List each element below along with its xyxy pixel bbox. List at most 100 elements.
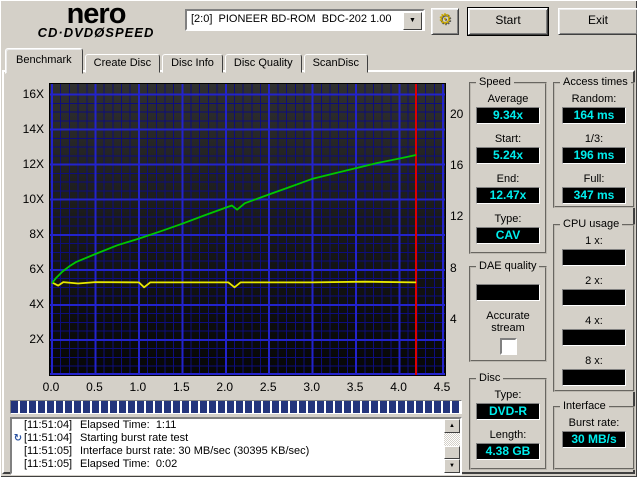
log-timestamp: [11:51:04] xyxy=(24,432,80,445)
log-message: Interface burst rate: 30 MB/sec (30395 K… xyxy=(80,445,309,457)
x-axis-tick-label: 4.5 xyxy=(422,380,462,394)
log-row[interactable]: [11:51:04]Elapsed Time: 1:11 xyxy=(12,419,460,432)
dae-quality-display xyxy=(476,284,540,301)
disc-panel-title: Disc xyxy=(476,372,503,384)
nero-logo: nero CD·DVDØSPEED xyxy=(6,1,186,43)
x-axis-tick-label: 1.0 xyxy=(118,380,158,394)
exit-button[interactable]: Exit xyxy=(558,8,637,35)
cpu-usage-field-label: 4 x: xyxy=(555,315,633,327)
cpu-usage-panel-title: CPU usage xyxy=(560,218,622,230)
x-axis-tick-label: 0.0 xyxy=(31,380,71,394)
start-button[interactable]: Start xyxy=(468,8,548,35)
access-times-field-label: 1/3: xyxy=(555,133,633,145)
drive-select-value: [2:0] PIONEER BD-ROM BDC-202 1.00 xyxy=(191,13,392,25)
interface-field-label: Burst rate: xyxy=(555,417,633,429)
product-text: CD·DVDØSPEED xyxy=(6,25,186,40)
speed-field-label: Start: xyxy=(471,133,545,145)
cpu-usage-value-display xyxy=(562,289,626,306)
x-axis-tick-label: 3.0 xyxy=(292,380,332,394)
disc-panel: Disc Type:DVD-RLength:4.38 GB xyxy=(469,378,547,470)
x-axis-tick-label: 4.0 xyxy=(379,380,419,394)
cpu-usage-field-label: 1 x: xyxy=(555,235,633,247)
interface-panel: Interface Burst rate:30 MB/s xyxy=(553,406,635,470)
access-times-value-display: 196 ms xyxy=(562,147,626,164)
settings-icon: ⚙ xyxy=(438,11,451,28)
x-axis-tick-label: 3.5 xyxy=(335,380,375,394)
cpu-usage-panel: CPU usage 1 x:2 x:4 x:8 x: xyxy=(553,224,635,392)
drive-select[interactable]: [2:0] PIONEER BD-ROM BDC-202 1.00 ▼ xyxy=(185,9,425,31)
cpu-usage-value-display xyxy=(562,369,626,386)
x-axis-tick-label: 0.5 xyxy=(74,380,114,394)
speed-field-label: Average xyxy=(471,93,545,105)
chevron-down-icon[interactable]: ▼ xyxy=(403,12,422,30)
log-listbox: [11:51:04]Elapsed Time: 1:11↻[11:51:04]S… xyxy=(10,417,462,475)
log-timestamp: [11:51:05] xyxy=(24,458,80,471)
log-message: Starting burst rate test xyxy=(80,432,188,444)
speed-value-display: 5.24x xyxy=(476,147,540,164)
disc-field-label: Type: xyxy=(471,389,545,401)
speed-field-label: Type: xyxy=(471,213,545,225)
access-times-panel: Access times Random:164 ms1/3:196 msFull… xyxy=(553,82,635,208)
speed-panel-title: Speed xyxy=(476,76,514,88)
scroll-up-icon[interactable]: ▲ xyxy=(444,419,460,433)
x-axis-tick-label: 1.5 xyxy=(161,380,201,394)
tab-create-disc[interactable]: Create Disc xyxy=(85,54,160,73)
cpu-usage-field-label: 8 x: xyxy=(555,355,633,367)
x-axis-tick-label: 2.5 xyxy=(248,380,288,394)
y-axis-tick-label: 16X xyxy=(8,87,44,101)
speed-panel: Speed Average9.34xStart:5.24xEnd:12.47xT… xyxy=(469,82,547,254)
tab-bar: BenchmarkCreate DiscDisc InfoDisc Qualit… xyxy=(5,47,370,72)
tab-disc-quality[interactable]: Disc Quality xyxy=(225,54,302,73)
accurate-stream-checkbox[interactable] xyxy=(500,338,517,355)
cpu-usage-field-label: 2 x: xyxy=(555,275,633,287)
cpu-usage-value-display xyxy=(562,249,626,266)
progress-bar xyxy=(10,400,462,414)
speed-chart xyxy=(50,84,445,375)
log-row[interactable]: [11:51:05]Interface burst rate: 30 MB/se… xyxy=(12,445,460,458)
access-times-panel-title: Access times xyxy=(560,76,631,88)
settings-button[interactable]: ⚙ xyxy=(431,8,459,35)
dae-panel-title: DAE quality xyxy=(476,260,539,272)
access-times-value-display: 164 ms xyxy=(562,107,626,124)
interface-panel-title: Interface xyxy=(560,400,609,412)
log-message: Elapsed Time: 1:11 xyxy=(80,419,176,431)
access-times-field-label: Random: xyxy=(555,93,633,105)
benchmark-tab-page: 16X14X12X10X8X6X4X2X 0.00.51.01.52.02.53… xyxy=(2,70,635,474)
disc-field-label: Length: xyxy=(471,429,545,441)
tab-scandisc[interactable]: ScanDisc xyxy=(304,54,368,73)
scrollbar-thumb[interactable] xyxy=(444,446,460,459)
accurate-stream-label: Accurate stream xyxy=(479,310,537,334)
disc-value-display: DVD-R xyxy=(476,403,540,420)
progress-bar-fill xyxy=(11,401,461,413)
access-times-value-display: 347 ms xyxy=(562,187,626,204)
y-axis-tick-label: 12X xyxy=(8,157,44,171)
log-timestamp: [11:51:05] xyxy=(24,445,80,458)
y-axis-tick-label: 8X xyxy=(8,227,44,241)
speed-field-label: End: xyxy=(471,173,545,185)
nero-cd-dvd-speed-window: nero CD·DVDØSPEED [2:0] PIONEER BD-ROM B… xyxy=(0,0,637,477)
brand-text: nero xyxy=(6,1,186,27)
y-axis-tick-label: 14X xyxy=(8,122,44,136)
disc-value-display: 4.38 GB xyxy=(476,443,540,460)
speed-value-display: 12.47x xyxy=(476,187,540,204)
tab-benchmark[interactable]: Benchmark xyxy=(5,48,83,74)
y-axis-tick-label: 2X xyxy=(8,332,44,346)
log-rows: [11:51:04]Elapsed Time: 1:11↻[11:51:04]S… xyxy=(12,419,460,471)
x-axis-tick-label: 2.0 xyxy=(205,380,245,394)
y-axis-tick-label: 4X xyxy=(8,297,44,311)
y-axis-tick-label: 6X xyxy=(8,262,44,276)
log-scrollbar[interactable]: ▲ ▼ xyxy=(444,419,460,473)
access-times-field-label: Full: xyxy=(555,173,633,185)
speed-value-display: 9.34x xyxy=(476,107,540,124)
speed-chart-plot xyxy=(49,83,446,376)
log-row[interactable]: [11:51:05]Elapsed Time: 0:02 xyxy=(12,458,460,471)
interface-value-display: 30 MB/s xyxy=(562,431,626,448)
speed-value-display: CAV xyxy=(476,227,540,244)
activity-icon: ↻ xyxy=(12,432,24,445)
cpu-usage-value-display xyxy=(562,329,626,346)
log-timestamp: [11:51:04] xyxy=(24,419,80,432)
log-message: Elapsed Time: 0:02 xyxy=(80,458,177,470)
tab-disc-info[interactable]: Disc Info xyxy=(162,54,223,73)
log-row[interactable]: ↻[11:51:04]Starting burst rate test xyxy=(12,432,460,445)
scroll-down-icon[interactable]: ▼ xyxy=(444,459,460,473)
